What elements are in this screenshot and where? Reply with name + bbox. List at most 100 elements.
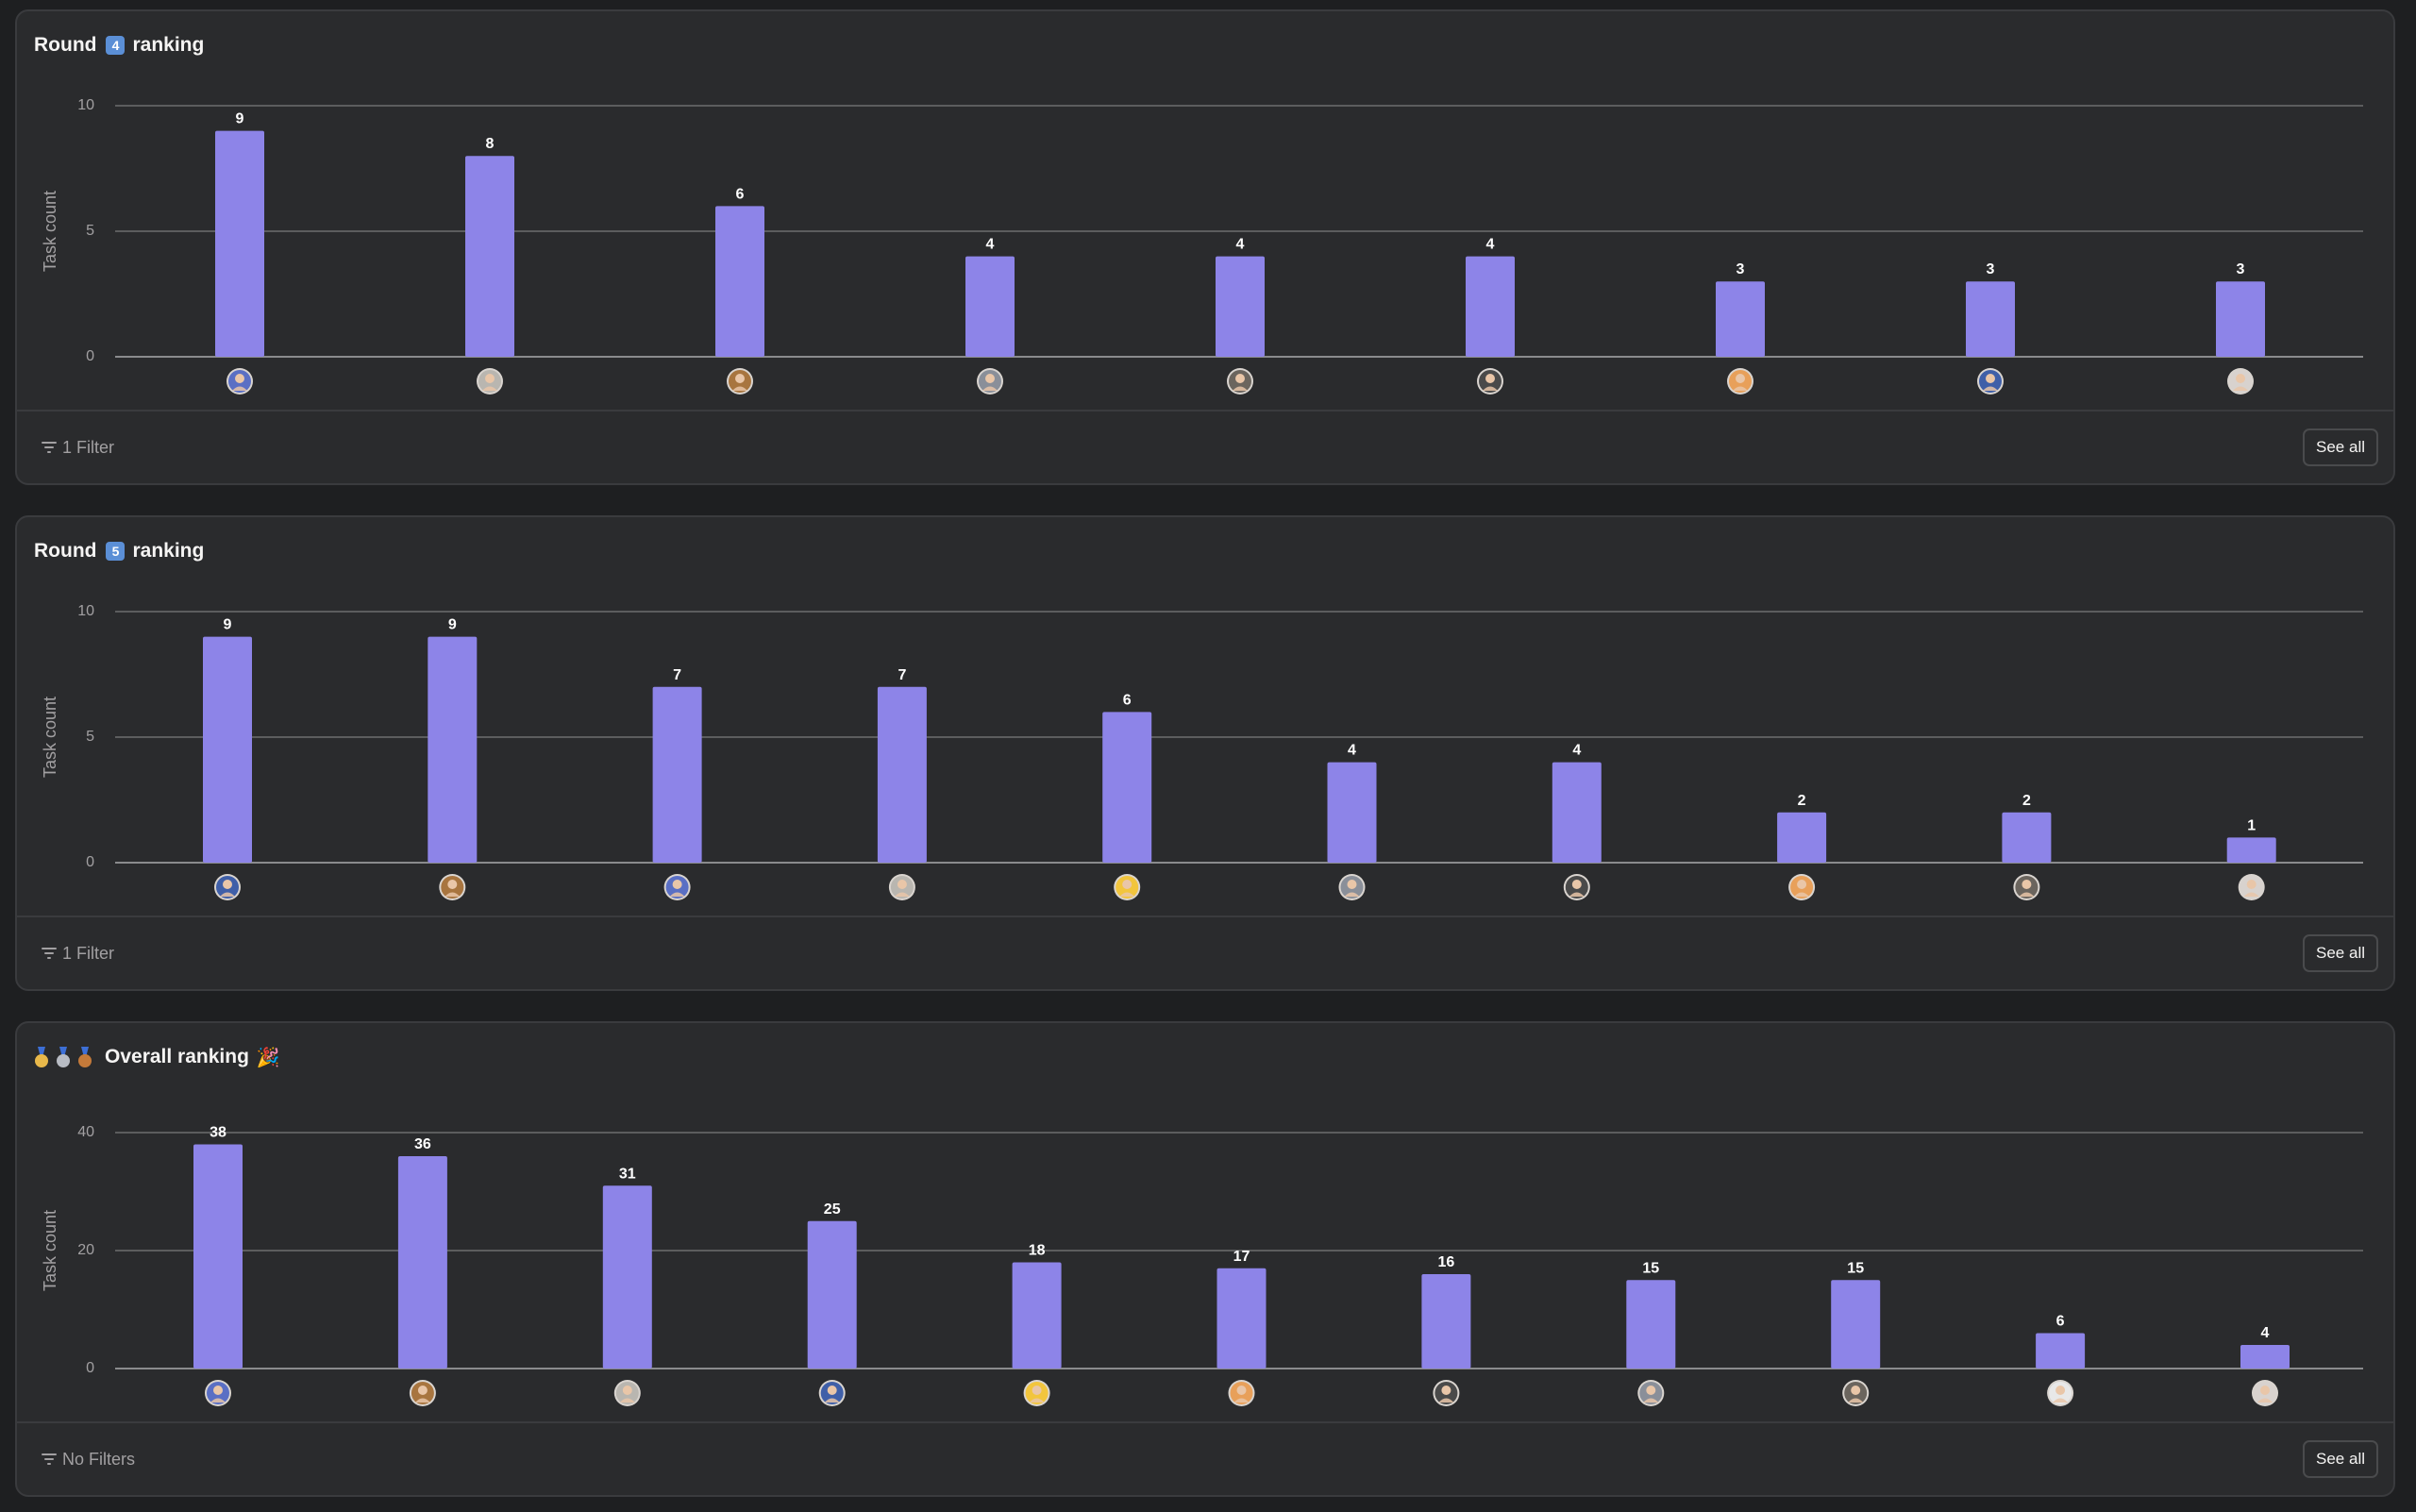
see-all-button[interactable]: See all (2303, 1440, 2378, 1478)
filter-button[interactable]: No Filters (42, 1444, 135, 1474)
data-label: 4 (1486, 237, 1495, 253)
y-tick-label: 20 (77, 1242, 94, 1258)
y-tick-label: 10 (77, 603, 94, 619)
data-label: 6 (2056, 1314, 2065, 1330)
bar[interactable] (877, 686, 927, 863)
avatar-icon[interactable] (205, 1380, 231, 1406)
avatar-icon[interactable] (226, 368, 253, 395)
data-label: 15 (1642, 1260, 1659, 1276)
data-label: 7 (898, 667, 906, 683)
bar[interactable] (203, 636, 252, 863)
bar[interactable] (1216, 1268, 1267, 1369)
avatar-icon[interactable] (1477, 368, 1503, 395)
filter-button[interactable]: 1 Filter (42, 938, 114, 968)
bar[interactable] (2036, 1333, 2086, 1369)
filter-label: No Filters (62, 1449, 136, 1469)
y-axis-label: Task count (41, 1210, 59, 1291)
bar[interactable] (1552, 762, 1602, 863)
card-footer: 1 Filter See all (17, 410, 2393, 483)
bar[interactable] (715, 206, 764, 357)
bar[interactable] (2002, 812, 2052, 863)
avatar-icon[interactable] (1023, 1380, 1050, 1406)
bar[interactable] (652, 686, 702, 863)
bar[interactable] (2240, 1345, 2290, 1369)
filter-label: 1 Filter (62, 943, 115, 963)
y-axis-label: Task count (41, 697, 59, 778)
bar[interactable] (807, 1220, 857, 1369)
avatar-icon[interactable] (214, 874, 241, 900)
bar[interactable] (1327, 762, 1377, 863)
avatar-icon[interactable] (727, 368, 753, 395)
bar[interactable] (1716, 281, 1765, 357)
filter-icon (42, 441, 57, 454)
data-label: 4 (2261, 1325, 2270, 1341)
bar[interactable] (1777, 812, 1827, 863)
data-label: 3 (1987, 261, 1995, 277)
data-label: 9 (448, 617, 457, 633)
avatar-icon[interactable] (409, 1380, 436, 1406)
bar[interactable] (1421, 1274, 1471, 1369)
avatar-icon[interactable] (2252, 1380, 2278, 1406)
bar[interactable] (1966, 281, 2015, 357)
see-all-button[interactable]: See all (2303, 428, 2378, 466)
data-label: 2 (2022, 793, 2031, 809)
data-label: 9 (236, 111, 244, 127)
bar[interactable] (2216, 281, 2265, 357)
avatar-icon[interactable] (2238, 874, 2265, 900)
avatar-icon[interactable] (2227, 368, 2254, 395)
avatar-icon[interactable] (1338, 874, 1366, 900)
avatar-icon[interactable] (977, 368, 1003, 395)
bar[interactable] (1626, 1280, 1676, 1369)
bar[interactable] (965, 256, 1015, 357)
y-tick-label: 5 (86, 223, 94, 239)
avatar-icon[interactable] (1228, 1380, 1255, 1406)
bar[interactable] (428, 636, 478, 863)
data-label: 6 (736, 186, 745, 202)
data-label: 4 (1572, 743, 1581, 759)
bar[interactable] (1466, 256, 1515, 357)
avatar-icon[interactable] (1227, 368, 1253, 395)
avatar-icon[interactable] (1114, 874, 1141, 900)
avatar-icon[interactable] (2047, 1380, 2074, 1406)
see-all-button[interactable]: See all (2303, 934, 2378, 972)
avatar-icon[interactable] (477, 368, 503, 395)
bar[interactable] (2226, 837, 2276, 863)
avatar-icon[interactable] (888, 874, 915, 900)
avatar-icon[interactable] (613, 1380, 641, 1406)
bar[interactable] (193, 1144, 243, 1369)
bar[interactable] (1216, 256, 1265, 357)
avatar-icon[interactable] (1563, 874, 1590, 900)
avatar-icon[interactable] (1842, 1380, 1870, 1406)
data-label: 38 (210, 1125, 226, 1141)
data-label: 3 (1736, 261, 1745, 277)
bar[interactable] (1831, 1280, 1881, 1369)
bar-chart: Task count 0 5 10 9 9 7 7 6 4 4 2 2 1 (41, 603, 2363, 900)
avatar-icon[interactable] (818, 1380, 846, 1406)
y-tick-label: 10 (77, 97, 94, 113)
avatar-icon[interactable] (1727, 368, 1753, 395)
bar[interactable] (215, 130, 264, 357)
bar[interactable] (1102, 712, 1152, 863)
data-label: 1 (2247, 817, 2256, 833)
filter-button[interactable]: 1 Filter (42, 432, 114, 462)
y-tick-label: 5 (86, 729, 94, 745)
avatar-icon[interactable] (1433, 1380, 1460, 1406)
bar[interactable] (602, 1185, 652, 1369)
avatar-icon[interactable] (663, 874, 691, 900)
avatar-icon[interactable] (1637, 1380, 1665, 1406)
data-label: 31 (619, 1166, 636, 1182)
filter-label: 1 Filter (62, 437, 115, 457)
data-label: 17 (1233, 1249, 1250, 1265)
bar[interactable] (1012, 1262, 1062, 1369)
avatar-icon[interactable] (2013, 874, 2040, 900)
bar[interactable] (465, 156, 514, 357)
bar[interactable] (397, 1156, 447, 1369)
avatar-icon[interactable] (1788, 874, 1816, 900)
data-label: 15 (1847, 1260, 1864, 1276)
y-tick-label: 40 (77, 1124, 94, 1140)
data-label: 2 (1798, 793, 1806, 809)
data-label: 36 (414, 1136, 431, 1152)
avatar-icon[interactable] (439, 874, 466, 900)
avatar-icon[interactable] (1977, 368, 2004, 395)
y-tick-label: 0 (86, 854, 94, 870)
